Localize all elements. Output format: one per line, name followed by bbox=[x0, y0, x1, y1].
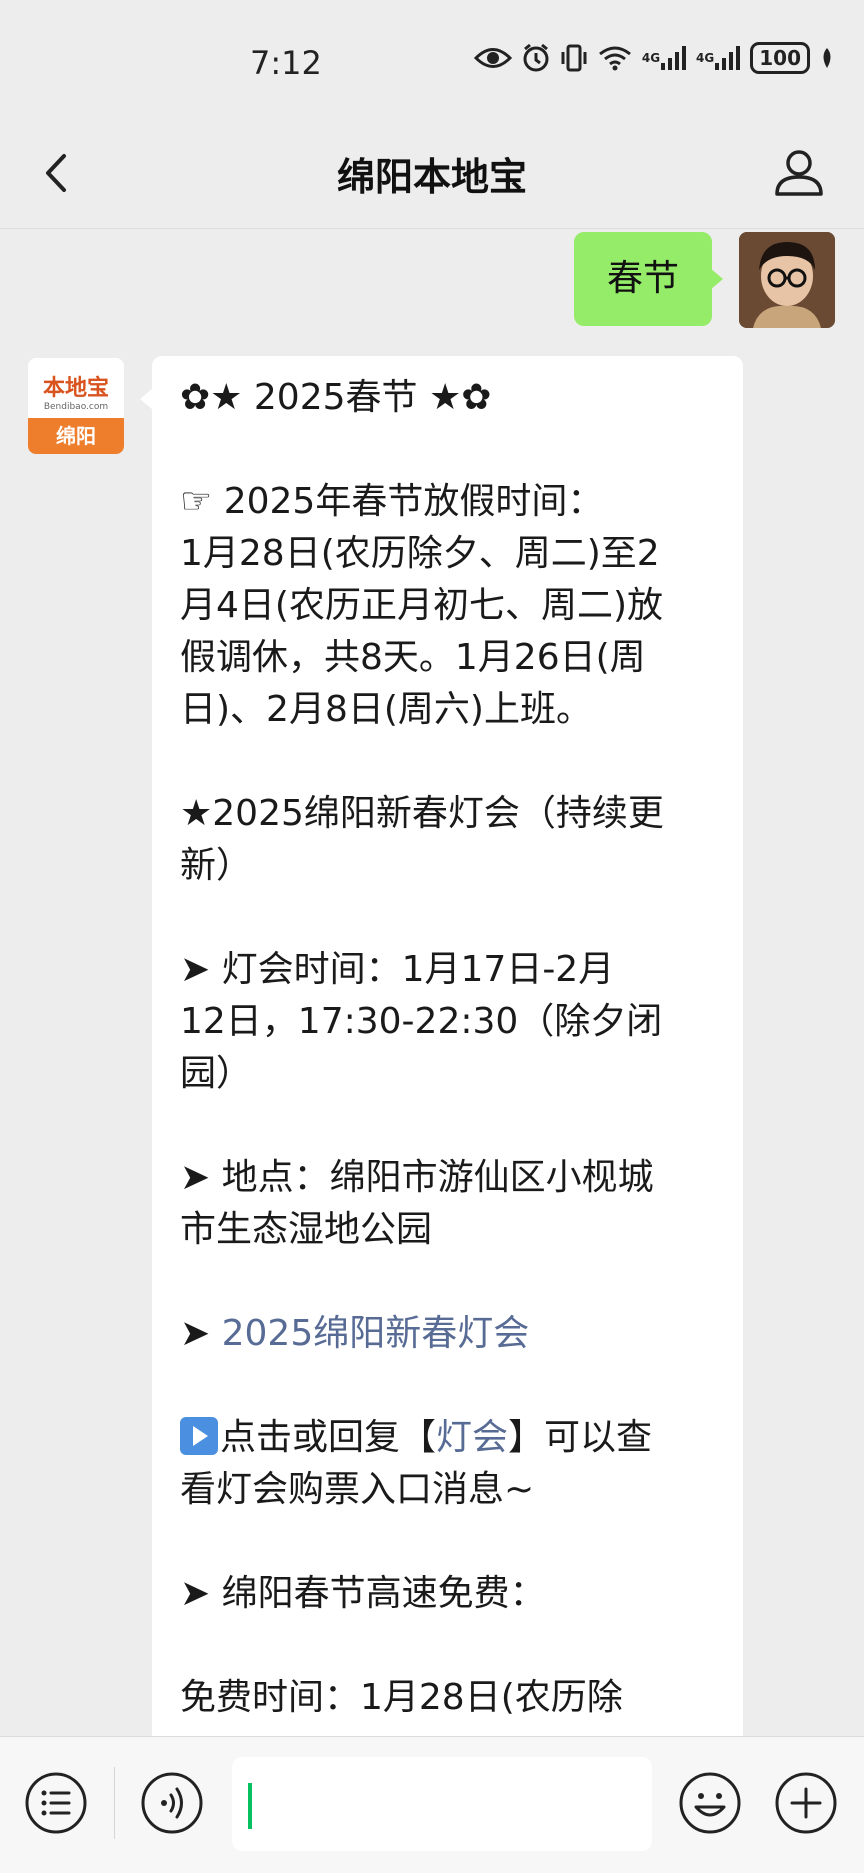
holiday-line: 1月28日(农历除夕、周二)至2 bbox=[180, 533, 660, 574]
reply-line: 点击或回复【灯会】可以查 bbox=[180, 1412, 715, 1464]
profile-icon[interactable] bbox=[772, 146, 826, 200]
status-icons: 4G 4G 100 bbox=[473, 42, 834, 74]
logo-text: 本地宝 bbox=[42, 376, 109, 401]
logo-url: Bendibao.com bbox=[43, 402, 109, 412]
lantern-time: 12日，17:30-22:30（除夕闭 bbox=[180, 1001, 663, 1042]
reply-keyword-link[interactable]: 灯会 bbox=[436, 1417, 508, 1458]
message-title: ✿★ 2025春节 ★✿ bbox=[180, 377, 492, 418]
alarm-icon bbox=[522, 43, 550, 73]
free-time-line: 免费时间：1月28日(农历除 bbox=[180, 1677, 623, 1718]
vibrate-icon bbox=[560, 43, 588, 73]
avatar[interactable]: 本地宝 Bendibao.com 绵阳 bbox=[28, 358, 124, 454]
lantern-time: ➤ 灯会时间：1月17日-2月 bbox=[180, 949, 615, 990]
arrow-icon: ➤ bbox=[180, 1313, 222, 1354]
leaf-icon bbox=[820, 46, 834, 70]
holiday-line: 假调休，共8天。1月26日(周 bbox=[180, 637, 646, 678]
input-bar bbox=[0, 1736, 864, 1873]
reply-line: 看灯会购票入口消息~ bbox=[180, 1469, 535, 1510]
lantern-link[interactable]: 2025绵阳新春灯会 bbox=[222, 1313, 530, 1354]
lantern-heading: ★2025绵阳新春灯会（持续更 bbox=[180, 793, 664, 834]
lantern-heading: 新） bbox=[180, 845, 253, 886]
emoji-icon[interactable] bbox=[678, 1771, 742, 1835]
avatar[interactable] bbox=[739, 232, 835, 328]
signal-icon: 4G bbox=[642, 45, 687, 71]
holiday-label: ☞ 2025年春节放假时间： bbox=[180, 481, 604, 522]
lantern-link-line: ➤ 2025绵阳新春灯会 bbox=[180, 1308, 715, 1360]
highway-heading: ➤ 绵阳春节高速免费： bbox=[180, 1573, 546, 1614]
page-title: 绵阳本地宝 bbox=[336, 155, 527, 199]
text-cursor bbox=[248, 1783, 252, 1829]
message-input[interactable] bbox=[232, 1757, 652, 1851]
play-icon bbox=[180, 1417, 218, 1455]
voice-icon[interactable] bbox=[140, 1771, 204, 1835]
outgoing-message[interactable]: 春节 bbox=[574, 232, 712, 326]
nav-bar: 绵阳本地宝 bbox=[0, 120, 864, 229]
holiday-line: 月4日(农历正月初七、周二)放 bbox=[180, 585, 663, 626]
wifi-icon bbox=[598, 45, 632, 71]
battery-icon: 100 bbox=[750, 42, 810, 74]
bubble-tail bbox=[710, 268, 723, 290]
status-bar: 7:12 4G 4G 100 bbox=[0, 0, 864, 120]
menu-icon[interactable] bbox=[24, 1771, 88, 1835]
lantern-time: 园） bbox=[180, 1053, 253, 1094]
signal-icon: 4G bbox=[696, 45, 741, 71]
eye-icon bbox=[473, 45, 512, 71]
lantern-place: 市生态湿地公园 bbox=[180, 1209, 433, 1250]
incoming-message[interactable]: ✿★ 2025春节 ★✿ ☞ 2025年春节放假时间： 1月28日(农历除夕、周… bbox=[152, 356, 743, 1736]
status-time: 7:12 bbox=[250, 44, 322, 82]
holiday-line: 日)、2月8日(周六)上班。 bbox=[180, 689, 592, 730]
plus-icon[interactable] bbox=[774, 1771, 838, 1835]
lantern-place: ➤ 地点：绵阳市游仙区小枧城 bbox=[180, 1157, 654, 1198]
divider bbox=[114, 1767, 115, 1839]
logo-city: 绵阳 bbox=[28, 418, 124, 454]
chat-area[interactable]: 春节 本地宝 Bendibao.com 绵阳 ✿★ 2025春节 ★✿ ☞ 20… bbox=[0, 228, 864, 1736]
